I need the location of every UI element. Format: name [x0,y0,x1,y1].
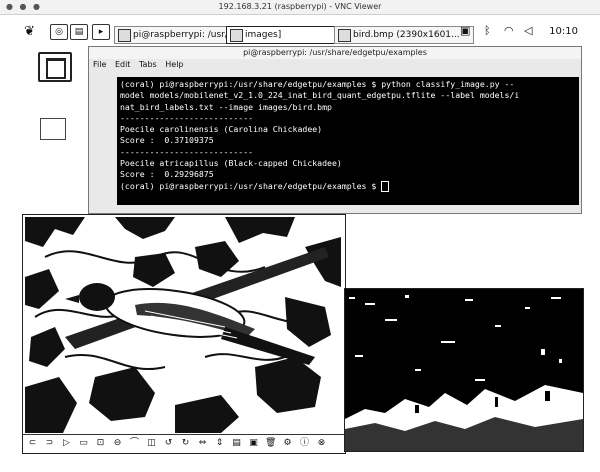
terminal-line: --------------------------- [120,112,254,123]
terminal-line: --------------------------- [120,146,254,157]
rotate-right-icon[interactable]: ↻ [180,438,191,449]
web-browser-icon[interactable]: ◎ [50,24,68,40]
window-title: 192.168.3.21 (raspberrypi) - VNC Viewer [218,2,382,11]
info-icon[interactable]: ⓘ [299,438,310,449]
bird-image-window[interactable]: ⊂ ⊃ ▷ ▭ ⊡ ⊖ ⌒ ◫ ↺ ↻ ⇔ ⇕ ▤ ▣ 🗑 ⚙ ⓘ ⊗ [22,214,346,454]
fit-icon[interactable]: ⌒ [129,438,140,449]
terminal-line: Score : 0.29296875 [120,169,214,180]
image-viewer-toolbar: ⊂ ⊃ ▷ ▭ ⊡ ⊖ ⌒ ◫ ↺ ↻ ⇔ ⇕ ▤ ▣ 🗑 ⚙ ⓘ ⊗ [23,434,345,453]
terminal-title: pi@raspberrypi: /usr/share/edgetpu/examp… [89,47,581,59]
terminal-icon[interactable]: ▸ [92,24,110,40]
task-label: images] [245,30,282,40]
next-icon[interactable]: ⊃ [44,438,55,449]
trash-icon[interactable] [38,52,72,82]
play-icon[interactable]: ▷ [61,438,72,449]
terminal-prompt: (coral) pi@raspberrypi:/usr/share/edgetp… [120,180,382,191]
wifi-icon[interactable]: ◠ [504,24,514,37]
terminal-line: (coral) pi@raspberrypi:/usr/share/edgetp… [120,79,515,89]
open-icon[interactable]: ▤ [231,438,242,449]
terminal-line: nat_bird_labels.txt --image images/bird.… [120,101,332,112]
task-terminal[interactable]: pi@raspberrypi: /usr/s... [114,26,242,44]
menu-edit[interactable]: Edit [115,60,131,69]
task-bird-image[interactable]: bird.bmp (2390x1601... [334,26,474,44]
menu-help[interactable]: Help [165,60,183,69]
text-cursor [381,180,390,192]
bluetooth-icon[interactable]: ᛒ [484,24,491,37]
prev-icon[interactable]: ⊂ [27,438,38,449]
terminal-window[interactable]: pi@raspberrypi: /usr/share/edgetpu/examp… [88,46,582,214]
terminal-menu: File Edit Tabs Help [89,59,581,71]
terminal-icon [118,29,131,42]
fullscreen-icon[interactable]: ◫ [146,438,157,449]
vnc-icon[interactable]: ▣ [460,24,470,37]
terminal-line: model models/mobilenet_v2_1.0_224_inat_b… [120,90,520,101]
settings-icon[interactable]: ⚙ [282,438,293,449]
gallery-icon[interactable]: ▭ [78,438,89,449]
zoom-in-icon[interactable]: ⊡ [95,438,106,449]
menu-tabs[interactable]: Tabs [139,60,157,69]
bird-photo [25,217,341,433]
image-icon [338,29,351,42]
taskbar: ❦ ◎ ▤ ▸ pi@raspberrypi: /usr/s... images… [14,16,586,46]
terminal-line: Poecile carolinensis (Carolina Chickadee… [120,124,323,135]
file-manager-icon[interactable]: ▤ [70,24,88,40]
landscape-image-window[interactable] [344,288,584,452]
zoom-out-icon[interactable]: ⊖ [112,438,123,449]
landscape-photo [345,289,583,451]
raspberry-pi-icon[interactable]: ❦ [24,24,35,39]
menu-file[interactable]: File [93,60,106,69]
terminal-output[interactable]: (coral) pi@raspberrypi:/usr/share/edgetp… [117,77,579,205]
task-label: bird.bmp (2390x1601... [353,30,460,40]
vnc-titlebar[interactable]: ● ● ● 192.168.3.21 (raspberrypi) - VNC V… [0,0,600,15]
flip-h-icon[interactable]: ⇔ [197,438,208,449]
task-images[interactable]: images] [226,26,350,44]
flip-v-icon[interactable]: ⇕ [214,438,225,449]
task-label: pi@raspberrypi: /usr/s... [133,30,242,40]
folder-icon [230,29,243,42]
drive-icon[interactable] [40,118,66,140]
terminal-line: Poecile atricapillus (Black-capped Chick… [120,158,342,169]
terminal-line: Score : 0.37109375 [120,135,214,146]
volume-icon[interactable]: ◁ [524,24,532,37]
rotate-left-icon[interactable]: ↺ [163,438,174,449]
clock: 10:10 [549,26,578,37]
exit-icon[interactable]: ⊗ [316,438,327,449]
delete-icon[interactable]: 🗑 [265,438,276,449]
save-icon[interactable]: ▣ [248,438,259,449]
